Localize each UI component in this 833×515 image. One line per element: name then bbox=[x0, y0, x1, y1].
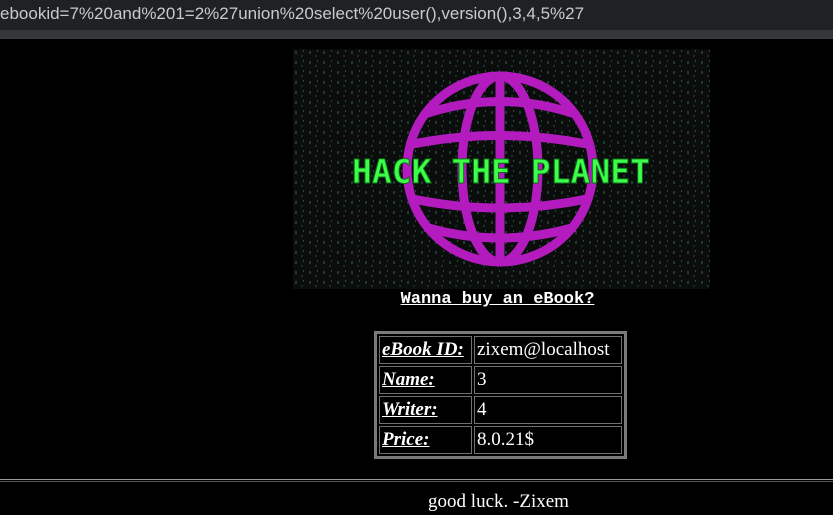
banner-text: HACK THE PLANET bbox=[352, 152, 650, 191]
field-label: Name: bbox=[379, 366, 472, 394]
field-value: 4 bbox=[474, 396, 622, 424]
ebook-info-table: eBook ID: zixem@localhost Name: 3 Writer: 4 Pr… bbox=[374, 331, 627, 459]
field-value: 3 bbox=[474, 366, 622, 394]
field-label: eBook ID: bbox=[379, 336, 472, 364]
field-label: Price: bbox=[379, 426, 472, 454]
url-text: ebookid=7%20and%201=2%27union%20select%2… bbox=[0, 4, 585, 23]
toolbar-separator bbox=[0, 30, 833, 39]
table-row: Name: 3 bbox=[379, 366, 622, 394]
horizontal-rule bbox=[0, 479, 833, 482]
address-bar[interactable]: ebookid=7%20and%201=2%27union%20select%2… bbox=[0, 0, 833, 30]
field-value: 8.0.21$ bbox=[474, 426, 622, 454]
field-value: zixem@localhost bbox=[474, 336, 622, 364]
table-row: eBook ID: zixem@localhost bbox=[379, 336, 622, 364]
globe-logo-icon: HACK THE PLANET bbox=[293, 49, 710, 289]
page-heading: Wanna buy an eBook? bbox=[400, 290, 595, 309]
field-label: Writer: bbox=[379, 396, 472, 424]
table-row: Price: 8.0.21$ bbox=[379, 426, 622, 454]
footer-text: good luck. -Zixem bbox=[428, 491, 569, 512]
table-row: Writer: 4 bbox=[379, 396, 622, 424]
hack-the-planet-banner: HACK THE PLANET bbox=[293, 49, 710, 289]
